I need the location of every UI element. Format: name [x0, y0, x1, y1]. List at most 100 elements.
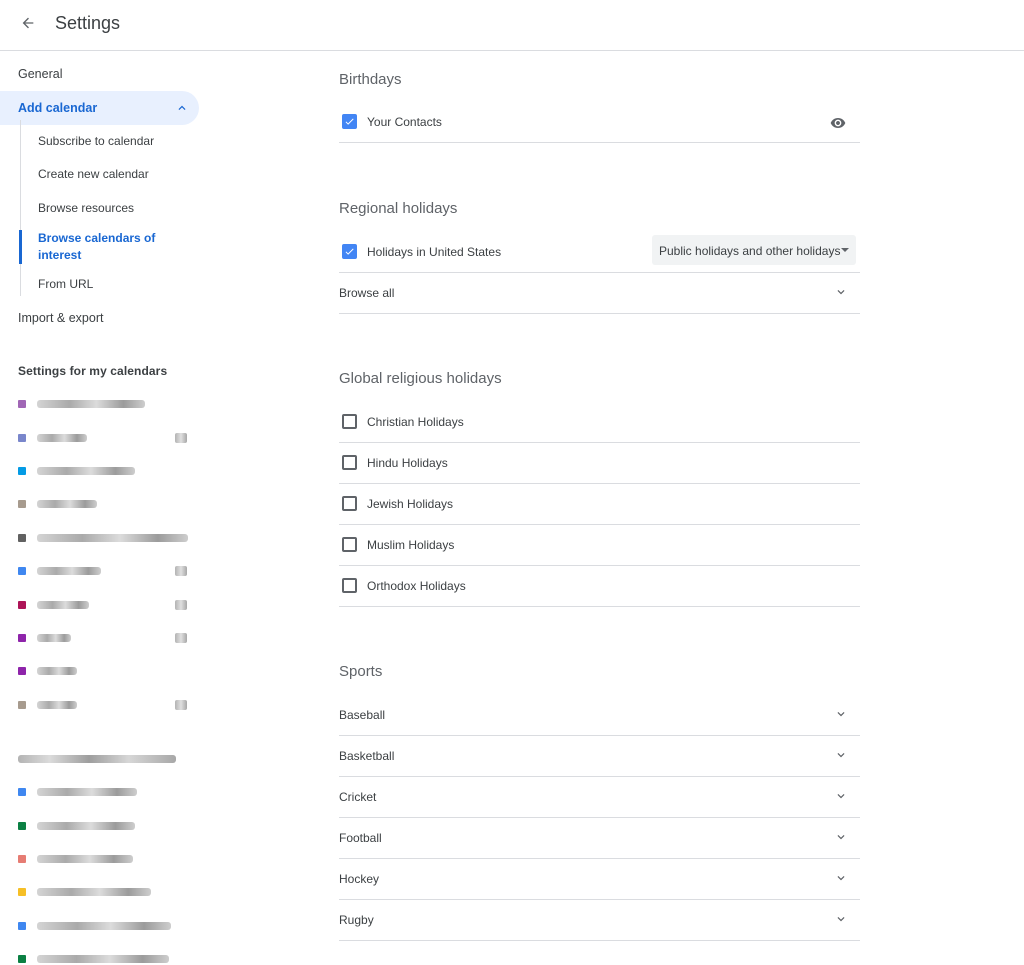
- holiday-type-select[interactable]: Public holidays and other holidays: [652, 235, 856, 265]
- sport-row-basketball[interactable]: Basketball: [339, 736, 860, 777]
- redacted-calendar-name: [37, 888, 151, 896]
- other-calendar-item[interactable]: [18, 949, 198, 965]
- religious-label: Hindu Holidays: [367, 456, 448, 470]
- nav-from-url[interactable]: From URL: [38, 276, 93, 293]
- calendar-color-swatch: [18, 400, 26, 408]
- browse-all-label: Browse all: [339, 286, 395, 300]
- my-calendar-item[interactable]: [18, 628, 198, 648]
- visibility-button[interactable]: [830, 115, 846, 136]
- redacted-calendar-name: [37, 467, 135, 475]
- redacted-calendar-name: [37, 788, 137, 796]
- calendar-color-swatch: [18, 667, 26, 675]
- your-contacts-label: Your Contacts: [367, 115, 442, 129]
- other-calendar-item[interactable]: [18, 882, 198, 902]
- calendar-color-swatch: [18, 788, 26, 796]
- sport-row-football[interactable]: Football: [339, 818, 860, 859]
- sport-row-rugby[interactable]: Rugby: [339, 900, 860, 941]
- my-calendars-heading: Settings for my calendars: [18, 364, 168, 378]
- sport-label: Basketball: [339, 749, 395, 763]
- hindu-holidays-checkbox[interactable]: [342, 455, 357, 470]
- nav-subscribe-to-calendar[interactable]: Subscribe to calendar: [38, 133, 154, 150]
- shared-people-icon: [175, 633, 187, 643]
- calendar-color-swatch: [18, 888, 26, 896]
- birthdays-title: Birthdays: [339, 71, 402, 88]
- sport-row-baseball[interactable]: Baseball: [339, 695, 860, 736]
- chevron-down-icon: [837, 794, 845, 799]
- top-bar: Settings: [0, 0, 1024, 51]
- chevron-down-icon: [837, 876, 845, 881]
- calendar-color-swatch: [18, 467, 26, 475]
- my-calendar-item[interactable]: [18, 595, 198, 615]
- redacted-calendar-name: [37, 701, 77, 709]
- sub-nav-rail: [20, 120, 21, 296]
- redacted-calendar-name: [37, 567, 101, 575]
- redacted-calendar-name: [37, 434, 87, 442]
- sport-label: Hockey: [339, 872, 380, 886]
- jewish-holidays-checkbox[interactable]: [342, 496, 357, 511]
- browse-calendars-panel: Birthdays Your Contacts Regional holiday…: [205, 52, 1024, 965]
- my-calendar-item[interactable]: [18, 528, 198, 548]
- my-calendar-item[interactable]: [18, 561, 198, 581]
- shared-people-icon: [175, 600, 187, 610]
- calendar-color-swatch: [18, 955, 26, 963]
- chevron-down-icon: [837, 290, 845, 295]
- redacted-calendar-name: [37, 955, 169, 963]
- regional-holiday-row: Holidays in United States Public holiday…: [339, 232, 860, 273]
- my-calendar-item[interactable]: [18, 661, 198, 681]
- settings-sidebar: General Add calendar Subscribe to calend…: [0, 52, 205, 965]
- religious-row: Jewish Holidays: [339, 484, 860, 525]
- sport-label: Football: [339, 831, 382, 845]
- holidays-us-label: Holidays in United States: [367, 245, 502, 259]
- browse-all-row[interactable]: Browse all: [339, 273, 860, 314]
- my-calendar-item[interactable]: [18, 494, 198, 514]
- religious-row: Christian Holidays: [339, 402, 860, 443]
- nav-add-calendar[interactable]: Add calendar: [0, 91, 199, 125]
- sport-label: Rugby: [339, 913, 374, 927]
- shared-people-icon: [175, 566, 187, 576]
- birthdays-contacts-row: Your Contacts: [339, 102, 860, 143]
- calendar-color-swatch: [18, 855, 26, 863]
- redacted-calendar-name: [37, 922, 171, 930]
- sport-label: Cricket: [339, 790, 377, 804]
- calendar-color-swatch: [18, 500, 26, 508]
- orthodox-holidays-checkbox[interactable]: [342, 578, 357, 593]
- muslim-holidays-checkbox[interactable]: [342, 537, 357, 552]
- my-calendar-item[interactable]: [18, 695, 198, 715]
- back-button[interactable]: [14, 9, 42, 37]
- religious-label: Jewish Holidays: [367, 497, 454, 511]
- religious-row: Hindu Holidays: [339, 443, 860, 484]
- sport-row-hockey[interactable]: Hockey: [339, 859, 860, 900]
- redacted-calendar-name: [37, 667, 77, 675]
- chevron-down-icon: [837, 753, 845, 758]
- other-calendar-item[interactable]: [18, 916, 198, 936]
- nav-create-new-calendar[interactable]: Create new calendar: [38, 166, 149, 183]
- shared-people-icon: [175, 433, 187, 443]
- other-calendar-item[interactable]: [18, 816, 198, 836]
- my-calendar-item[interactable]: [18, 461, 198, 481]
- other-calendar-item[interactable]: [18, 782, 198, 802]
- redacted-calendar-name: [37, 634, 71, 642]
- my-calendar-item[interactable]: [18, 428, 198, 448]
- sub-nav-active-indicator: [19, 230, 22, 264]
- holiday-type-value: Public holidays and other holidays: [659, 244, 841, 258]
- religious-row: Orthodox Holidays: [339, 566, 860, 607]
- nav-general[interactable]: General: [0, 57, 62, 91]
- chevron-down-icon: [837, 835, 845, 840]
- christian-holidays-checkbox[interactable]: [342, 414, 357, 429]
- calendar-color-swatch: [18, 701, 26, 709]
- other-calendar-item[interactable]: [18, 849, 198, 869]
- your-contacts-checkbox[interactable]: [342, 114, 357, 129]
- calendar-color-swatch: [18, 434, 26, 442]
- redacted-section-heading: [18, 755, 176, 763]
- nav-import-export[interactable]: Import & export: [0, 301, 103, 335]
- arrow-back-icon: [22, 17, 34, 29]
- my-calendar-item[interactable]: [18, 394, 198, 414]
- page-title: Settings: [55, 13, 121, 33]
- holidays-us-checkbox[interactable]: [342, 244, 357, 259]
- nav-browse-calendars-of-interest[interactable]: Browse calendars of interest: [38, 230, 178, 264]
- calendar-color-swatch: [18, 822, 26, 830]
- sport-row-cricket[interactable]: Cricket: [339, 777, 860, 818]
- shared-people-icon: [175, 700, 187, 710]
- redacted-calendar-name: [37, 500, 97, 508]
- nav-browse-resources[interactable]: Browse resources: [38, 200, 134, 217]
